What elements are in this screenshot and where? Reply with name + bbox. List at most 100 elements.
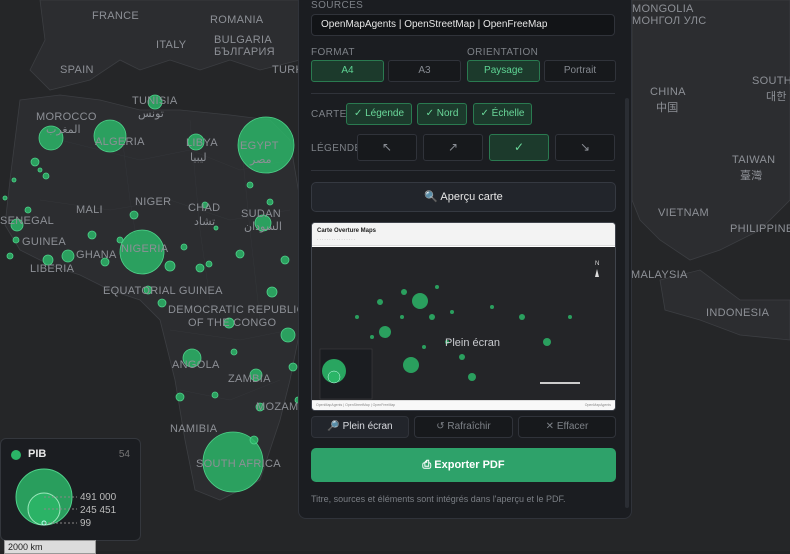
- orientation-label: ORIENTATION: [467, 47, 539, 58]
- exporter-pdf-button[interactable]: ⎙ Exporter PDF: [311, 448, 616, 482]
- gdp-bubble: [246, 181, 254, 189]
- country-label-morocco: MOROCCO: [36, 111, 97, 123]
- gdp-bubble: [195, 263, 205, 273]
- country-label-france: FRANCE: [92, 10, 140, 22]
- preview-bubble: [412, 293, 428, 309]
- panel-scrollbar[interactable]: [625, 98, 629, 508]
- country-label-eq-guinea: EQUATORIAL GUINEA: [103, 285, 223, 297]
- gdp-bubble: [230, 348, 238, 356]
- preview-bubble: [429, 314, 435, 320]
- asia-landmass: [631, 0, 790, 261]
- country-label-china: CHINA: [650, 86, 686, 98]
- format-a3-button[interactable]: A3: [388, 60, 461, 82]
- preview-bubble-layer: [355, 285, 572, 381]
- preview-bubble: [401, 289, 407, 295]
- plein-ecran-button[interactable]: 🔎 Plein écran: [311, 416, 409, 438]
- gdp-bubble: [30, 157, 40, 167]
- gdp-bubble: [2, 195, 8, 201]
- country-label-libya: LIBYA: [186, 137, 218, 149]
- gdp-bubble: [175, 392, 185, 402]
- preview-bubble: [490, 305, 494, 309]
- preview-bubble: [355, 315, 359, 319]
- country-label-mali: MALI: [76, 204, 103, 216]
- country-label-morocco-ar: المغرب: [46, 124, 81, 136]
- preview-map-svg: N: [319, 261, 599, 400]
- plein-ecran-overlay[interactable]: Plein écran: [445, 337, 500, 349]
- gdp-bubble: [61, 249, 75, 263]
- preview-map: N Plein écran: [312, 247, 615, 402]
- sources-field[interactable]: OpenMapAgents | OpenStreetMap | OpenFree…: [311, 14, 615, 36]
- preview-bubble: [450, 310, 454, 314]
- gdp-bubble: [180, 243, 188, 251]
- country-label-guinea: GUINEA: [22, 236, 66, 248]
- country-label-vietnam: VIETNAM: [658, 207, 709, 219]
- country-label-niger: NIGER: [135, 196, 172, 208]
- legend-value-mid: 245 451: [80, 505, 117, 516]
- gdp-bubble: [12, 236, 20, 244]
- gdp-bubble: [6, 252, 14, 260]
- north-arrow-icon: [595, 269, 599, 277]
- gdp-bubble: [235, 249, 245, 259]
- preview-bubble: [379, 326, 391, 338]
- preview-bubble: [370, 335, 374, 339]
- map-preview[interactable]: Carte Overture Maps · · · · · · · · · · …: [311, 222, 616, 411]
- gdp-bubble: [205, 260, 213, 268]
- country-label-taiwan-zh: 臺灣: [740, 170, 763, 182]
- preview-bubble: [403, 357, 419, 373]
- preview-legend-circle: [327, 370, 341, 384]
- country-label-mongolia-cyr: МОНГОЛ УЛС: [632, 15, 707, 27]
- country-label-senegal: SENEGAL: [0, 215, 55, 227]
- preview-bubble: [422, 345, 426, 349]
- country-label-angola: ANGOLA: [172, 359, 220, 371]
- legend-pos-top-right[interactable]: ↗: [423, 134, 483, 161]
- map-legend[interactable]: PIB 54 491 000 245 451 99: [0, 438, 141, 541]
- orientation-portrait-button[interactable]: Portrait: [544, 60, 616, 82]
- format-a4-button[interactable]: A4: [311, 60, 384, 82]
- preview-bubble: [568, 315, 572, 319]
- preview-bubble: [519, 314, 525, 320]
- country-label-algeria: ALGERIA: [95, 136, 145, 148]
- legend-pos-bottom-right[interactable]: ↘: [555, 134, 615, 161]
- legend-value-min: 99: [80, 518, 92, 529]
- gdp-bubble: [280, 327, 296, 343]
- rafraichir-button[interactable]: ↺ Rafraîchir: [414, 416, 513, 438]
- preview-header: Carte Overture Maps · · · · · · · · · · …: [312, 223, 615, 246]
- toggle-legende[interactable]: ✓ Légende: [346, 103, 412, 125]
- toggle-nord[interactable]: ✓ Nord: [417, 103, 467, 125]
- orientation-paysage-button[interactable]: Paysage: [467, 60, 540, 82]
- gdp-bubble: [211, 391, 219, 399]
- country-label-italy: ITALY: [156, 39, 187, 51]
- gdp-bubble: [129, 210, 139, 220]
- preview-footer-right: OpenMapAgents: [584, 403, 611, 407]
- gdp-bubble: [157, 298, 167, 308]
- country-label-namibia: NAMIBIA: [170, 423, 218, 435]
- gdp-bubble: [11, 177, 17, 183]
- export-panel[interactable]: SOURCES OpenMapAgents | OpenStreetMap | …: [298, 0, 632, 519]
- carte-label: CARTE: [311, 109, 347, 120]
- country-label-zambia: ZAMBIA: [228, 373, 271, 385]
- legend-pos-bottom-left[interactable]: ✓: [489, 134, 549, 161]
- country-label-bulgaria: BULGARIA: [214, 34, 273, 46]
- preview-bubble: [377, 299, 383, 305]
- preview-bubble: [400, 315, 404, 319]
- preview-bubble: [459, 354, 465, 360]
- apercu-carte-button[interactable]: 🔍 Aperçu carte: [311, 182, 616, 212]
- legend-pos-top-left[interactable]: ↖: [357, 134, 417, 161]
- gdp-bubble: [37, 167, 43, 173]
- country-label-libya-ar: ليبيا: [190, 152, 207, 164]
- preview-scale-bar: [540, 382, 580, 384]
- scale-bar: 2000 km: [4, 540, 96, 554]
- gdp-bubble: [288, 362, 298, 372]
- toggle-echelle[interactable]: ✓ Échelle: [473, 103, 532, 125]
- preview-bubble: [468, 373, 476, 381]
- country-label-malaysia: MALAYSIA: [631, 269, 688, 281]
- north-arrow-icon: N: [595, 261, 599, 267]
- divider: [311, 93, 615, 94]
- effacer-button[interactable]: ✕ Effacer: [518, 416, 616, 438]
- country-label-bulgaria-cyr: БЪЛГАРИЯ: [214, 46, 275, 58]
- country-label-nigeria: NIGERIA: [121, 243, 169, 255]
- preview-bubble: [543, 338, 551, 346]
- panel-footnote: Titre, sources et éléments sont intégrés…: [311, 494, 566, 504]
- country-label-taiwan: TAIWAN: [732, 154, 776, 166]
- gdp-bubble: [164, 260, 176, 272]
